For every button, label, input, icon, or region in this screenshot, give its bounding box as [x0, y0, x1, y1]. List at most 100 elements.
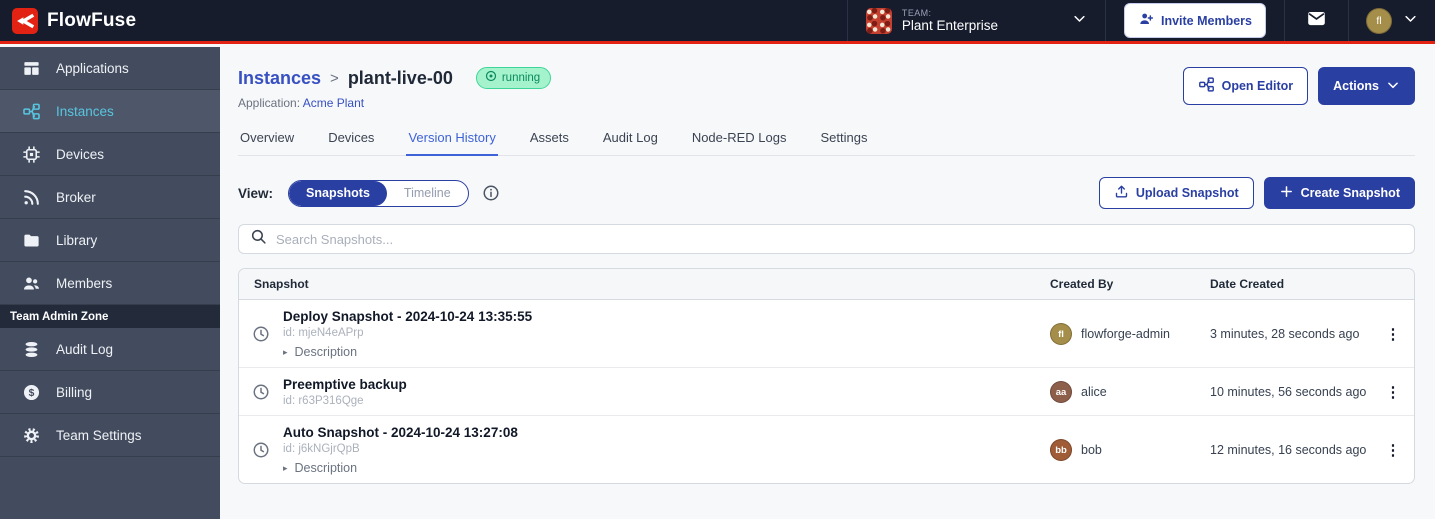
- create-snapshot-label: Create Snapshot: [1301, 186, 1400, 200]
- search-input[interactable]: [276, 232, 1403, 247]
- devices-icon: [22, 145, 41, 164]
- kebab-menu-icon[interactable]: ⋮: [1386, 443, 1401, 458]
- invite-members-button[interactable]: Invite Members: [1124, 3, 1266, 38]
- main-content: Instances > plant-live-00 running Applic…: [220, 47, 1435, 519]
- sidebar-section-team-admin-zone: Team Admin Zone: [0, 305, 220, 328]
- navbar-right: TEAM: Plant Enterprise Invite Members fl: [847, 0, 1435, 41]
- column-header-created-by: Created By: [1050, 277, 1210, 291]
- creator-avatar: aa: [1050, 381, 1072, 403]
- open-editor-label: Open Editor: [1222, 79, 1294, 93]
- team-avatar: [866, 8, 892, 34]
- brand-area: FlowFuse: [0, 8, 136, 34]
- description-toggle[interactable]: ▸ Description: [283, 461, 518, 475]
- creator-avatar: bb: [1050, 439, 1072, 461]
- members-icon: [22, 274, 41, 293]
- open-editor-button[interactable]: Open Editor: [1183, 67, 1309, 105]
- create-snapshot-button[interactable]: Create Snapshot: [1264, 177, 1415, 209]
- user-menu[interactable]: fl: [1349, 0, 1435, 41]
- page-title: plant-live-00: [348, 68, 453, 89]
- sidebar-item-team-settings[interactable]: Team Settings: [0, 414, 220, 457]
- chevron-down-icon: [1386, 78, 1400, 95]
- sidebar-item-billing[interactable]: $ Billing: [0, 371, 220, 414]
- audit-log-icon: [22, 340, 41, 359]
- upload-snapshot-label: Upload Snapshot: [1136, 186, 1239, 200]
- column-header-date-created: Date Created: [1210, 277, 1372, 291]
- triangle-right-icon: ▸: [283, 347, 288, 358]
- search-icon: [250, 228, 267, 250]
- sidebar-item-members[interactable]: Members: [0, 262, 220, 305]
- sidebar-item-broker[interactable]: Broker: [0, 176, 220, 219]
- status-label: running: [502, 72, 540, 84]
- clock-icon: [252, 383, 270, 401]
- description-toggle[interactable]: ▸ Description: [283, 345, 532, 359]
- chevron-down-icon: [1403, 11, 1418, 31]
- snapshot-id: id: mjeN4eAPrp: [283, 327, 532, 339]
- tab-settings[interactable]: Settings: [818, 125, 869, 155]
- application-line: Application: Acme Plant: [238, 96, 551, 110]
- snapshot-cell: Preemptive backup id: r63P316Qge ▸: [239, 377, 1050, 407]
- search-bar: [238, 224, 1415, 254]
- snapshot-cell: Auto Snapshot - 2024-10-24 13:27:08 id: …: [239, 425, 1050, 475]
- tab-version-history[interactable]: Version History: [406, 125, 497, 156]
- view-toggle-snapshots[interactable]: Snapshots: [289, 181, 387, 206]
- application-link[interactable]: Acme Plant: [303, 96, 364, 110]
- table-row: Deploy Snapshot - 2024-10-24 13:35:55 id…: [239, 300, 1414, 368]
- billing-icon: $: [22, 383, 41, 402]
- team-name: Plant Enterprise: [902, 18, 998, 34]
- sidebar-item-library[interactable]: Library: [0, 219, 220, 262]
- table-row: Auto Snapshot - 2024-10-24 13:27:08 id: …: [239, 416, 1414, 483]
- sidebar-item-applications[interactable]: Applications: [0, 47, 220, 90]
- tab-devices[interactable]: Devices: [326, 125, 376, 155]
- date-created-cell: 12 minutes, 16 seconds ago: [1210, 443, 1372, 457]
- navbar-divider: [1105, 0, 1106, 41]
- creator-name: bob: [1081, 443, 1102, 457]
- created-by-cell: bb bob: [1050, 439, 1210, 461]
- view-toggle-timeline[interactable]: Timeline: [387, 181, 468, 206]
- tab-node-red-logs[interactable]: Node-RED Logs: [690, 125, 789, 155]
- tab-audit-log[interactable]: Audit Log: [601, 125, 660, 155]
- creator-name: alice: [1081, 385, 1107, 399]
- snapshot-table-header: Snapshot Created By Date Created: [239, 269, 1414, 300]
- info-icon[interactable]: [482, 184, 500, 202]
- sidebar-item-devices[interactable]: Devices: [0, 133, 220, 176]
- application-label: Application:: [238, 96, 300, 110]
- date-created-cell: 3 minutes, 28 seconds ago: [1210, 327, 1372, 341]
- snapshot-text-block: Auto Snapshot - 2024-10-24 13:27:08 id: …: [283, 425, 518, 475]
- row-menu-cell: ⋮: [1372, 443, 1414, 458]
- user-plus-icon: [1138, 11, 1154, 30]
- breadcrumb-instances-link[interactable]: Instances: [238, 68, 321, 89]
- upload-snapshot-button[interactable]: Upload Snapshot: [1099, 177, 1254, 209]
- description-label: Description: [295, 461, 358, 475]
- invite-members-label: Invite Members: [1161, 14, 1252, 28]
- team-label: TEAM:: [902, 8, 998, 18]
- instance-header: Instances > plant-live-00 running Applic…: [238, 67, 1415, 110]
- actions-button[interactable]: Actions: [1318, 67, 1415, 105]
- sidebar-item-audit-log[interactable]: Audit Log: [0, 328, 220, 371]
- sidebar-main-nav: Applications Instances Devices Broker Li…: [0, 47, 220, 305]
- sidebar-admin-nav: Audit Log $ Billing Team Settings: [0, 328, 220, 457]
- tab-overview[interactable]: Overview: [238, 125, 296, 155]
- sidebar: Applications Instances Devices Broker Li…: [0, 47, 220, 519]
- team-selector[interactable]: TEAM: Plant Enterprise: [848, 0, 1105, 41]
- view-toggle-group: Snapshots Timeline: [288, 180, 469, 207]
- notifications-button[interactable]: [1285, 0, 1348, 41]
- clock-icon: [252, 441, 270, 459]
- svg-text:$: $: [29, 387, 35, 398]
- snapshot-id: id: j6kNGjrQpB: [283, 443, 518, 455]
- clock-icon: [252, 325, 270, 343]
- sidebar-item-instances[interactable]: Instances: [0, 90, 220, 133]
- view-toolbar: View: Snapshots Timeline Upload Snapshot…: [238, 177, 1415, 209]
- creator-avatar: fl: [1050, 323, 1072, 345]
- snapshot-text-block: Preemptive backup id: r63P316Qge ▸: [283, 377, 407, 407]
- kebab-menu-icon[interactable]: ⋮: [1386, 327, 1401, 342]
- description-label: Description: [295, 345, 358, 359]
- breadcrumb-separator: >: [330, 70, 339, 87]
- snapshot-title: Auto Snapshot - 2024-10-24 13:27:08: [283, 425, 518, 440]
- running-status-icon: [485, 70, 497, 85]
- applications-icon: [22, 59, 41, 78]
- kebab-menu-icon[interactable]: ⋮: [1386, 385, 1401, 400]
- tab-assets[interactable]: Assets: [528, 125, 571, 155]
- column-header-actions: [1372, 277, 1414, 291]
- instances-icon: [22, 102, 41, 121]
- snapshot-title: Preemptive backup: [283, 377, 407, 392]
